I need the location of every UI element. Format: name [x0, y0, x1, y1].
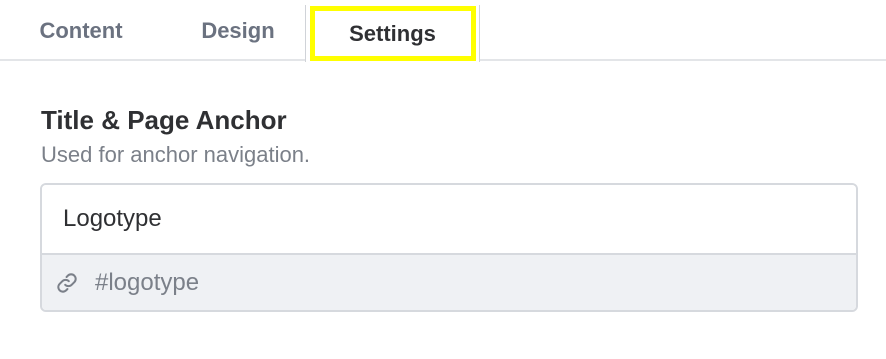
tab-settings[interactable]: Settings [305, 5, 480, 62]
title-input[interactable] [42, 185, 856, 255]
title-anchor-field: #logotype [40, 183, 858, 312]
tab-settings-label: Settings [349, 20, 436, 46]
anchor-value: #logotype [95, 269, 200, 296]
tab-bar: Content Design Settings [0, 0, 886, 62]
tab-content[interactable]: Content [20, 0, 142, 61]
tab-design[interactable]: Design [176, 0, 300, 61]
section-subtitle: Used for anchor navigation. [41, 142, 311, 167]
anchor-row[interactable]: #logotype [42, 255, 856, 310]
link-icon [56, 272, 78, 294]
section-title: Title & Page Anchor [41, 105, 287, 135]
